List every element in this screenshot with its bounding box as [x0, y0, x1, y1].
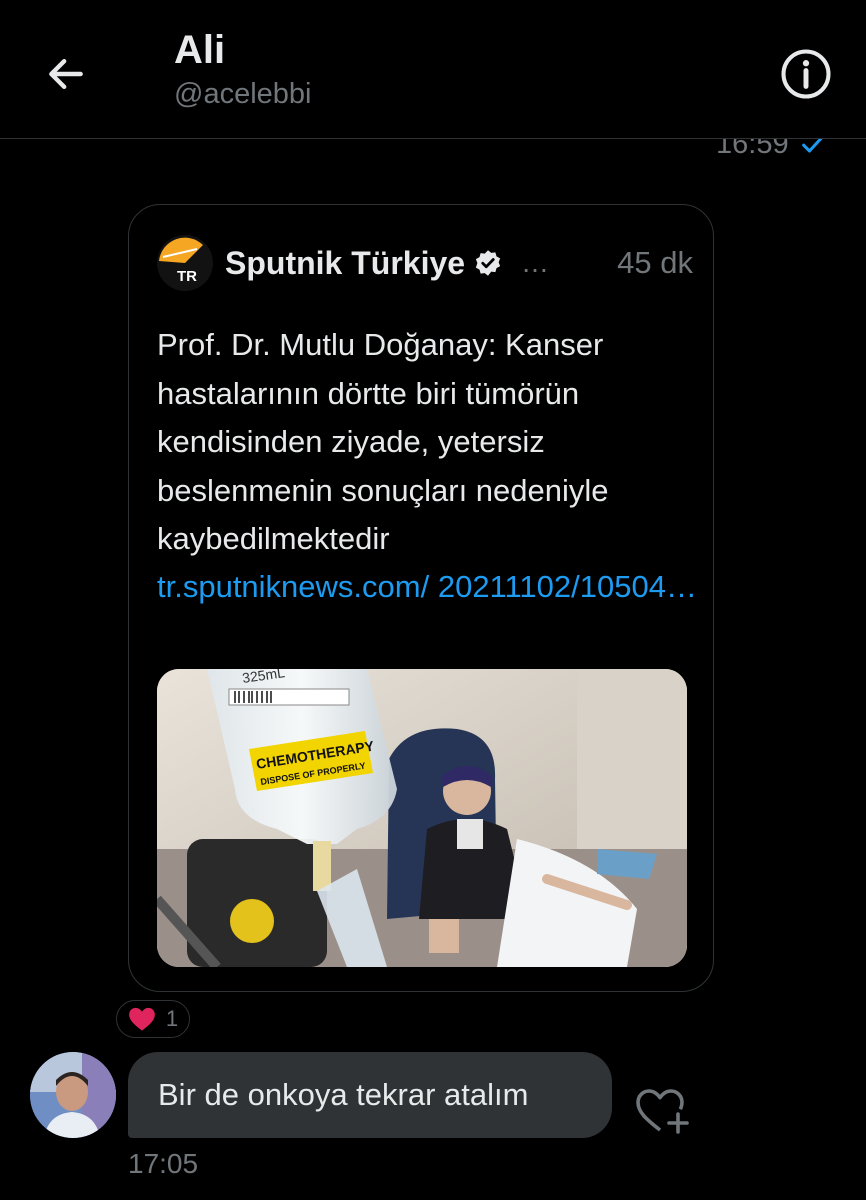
source-badge-text: TR [177, 268, 197, 285]
conversation-handle: @acelebbi [174, 78, 312, 110]
verified-badge-icon [475, 250, 501, 276]
avatar-photo [30, 1052, 116, 1138]
chemotherapy-photo: 325mL CHEMOTHERAPY DISPOSE OF PROPERLY [157, 669, 687, 967]
heart-plus-icon [636, 1089, 689, 1134]
heart-icon [129, 1007, 155, 1031]
conversation-header: Ali @acelebbi [0, 0, 866, 139]
tweet-age: 45 dk [617, 245, 693, 280]
tweet-link[interactable]: tr.sputniknews.com/ 20211102/10504… [157, 563, 697, 612]
info-icon [781, 49, 831, 99]
received-message-time: 17:05 [128, 1148, 199, 1179]
quoted-tweet-card[interactable]: TR Sputnik Türkiye … 45 dk Prof. Dr. Mut… [128, 204, 714, 992]
source-avatar[interactable]: TR [157, 235, 213, 291]
message-reaction[interactable]: 1 [116, 1000, 190, 1038]
add-reaction-button[interactable] [632, 1082, 692, 1138]
back-arrow-icon [49, 58, 83, 90]
conversation-title: Ali [174, 28, 226, 72]
sender-avatar[interactable] [30, 1052, 116, 1138]
sputnik-logo-icon: TR [157, 235, 213, 291]
received-message-text: Bir de onkoya tekrar atalım [158, 1077, 529, 1112]
source-name[interactable]: Sputnik Türkiye [225, 245, 465, 282]
more-ellipsis: … [521, 247, 550, 278]
tweet-text: Prof. Dr. Mutlu Doğanay: Kanser hastalar… [157, 327, 609, 556]
info-button[interactable] [778, 46, 834, 102]
reaction-count: 1 [165, 1006, 179, 1031]
quoted-tweet-header: TR Sputnik Türkiye … 45 dk [157, 233, 693, 293]
back-button[interactable] [40, 48, 92, 100]
received-message-bubble[interactable]: Bir de onkoya tekrar atalım [128, 1052, 612, 1138]
tweet-media-image[interactable]: 325mL CHEMOTHERAPY DISPOSE OF PROPERLY [157, 669, 687, 967]
